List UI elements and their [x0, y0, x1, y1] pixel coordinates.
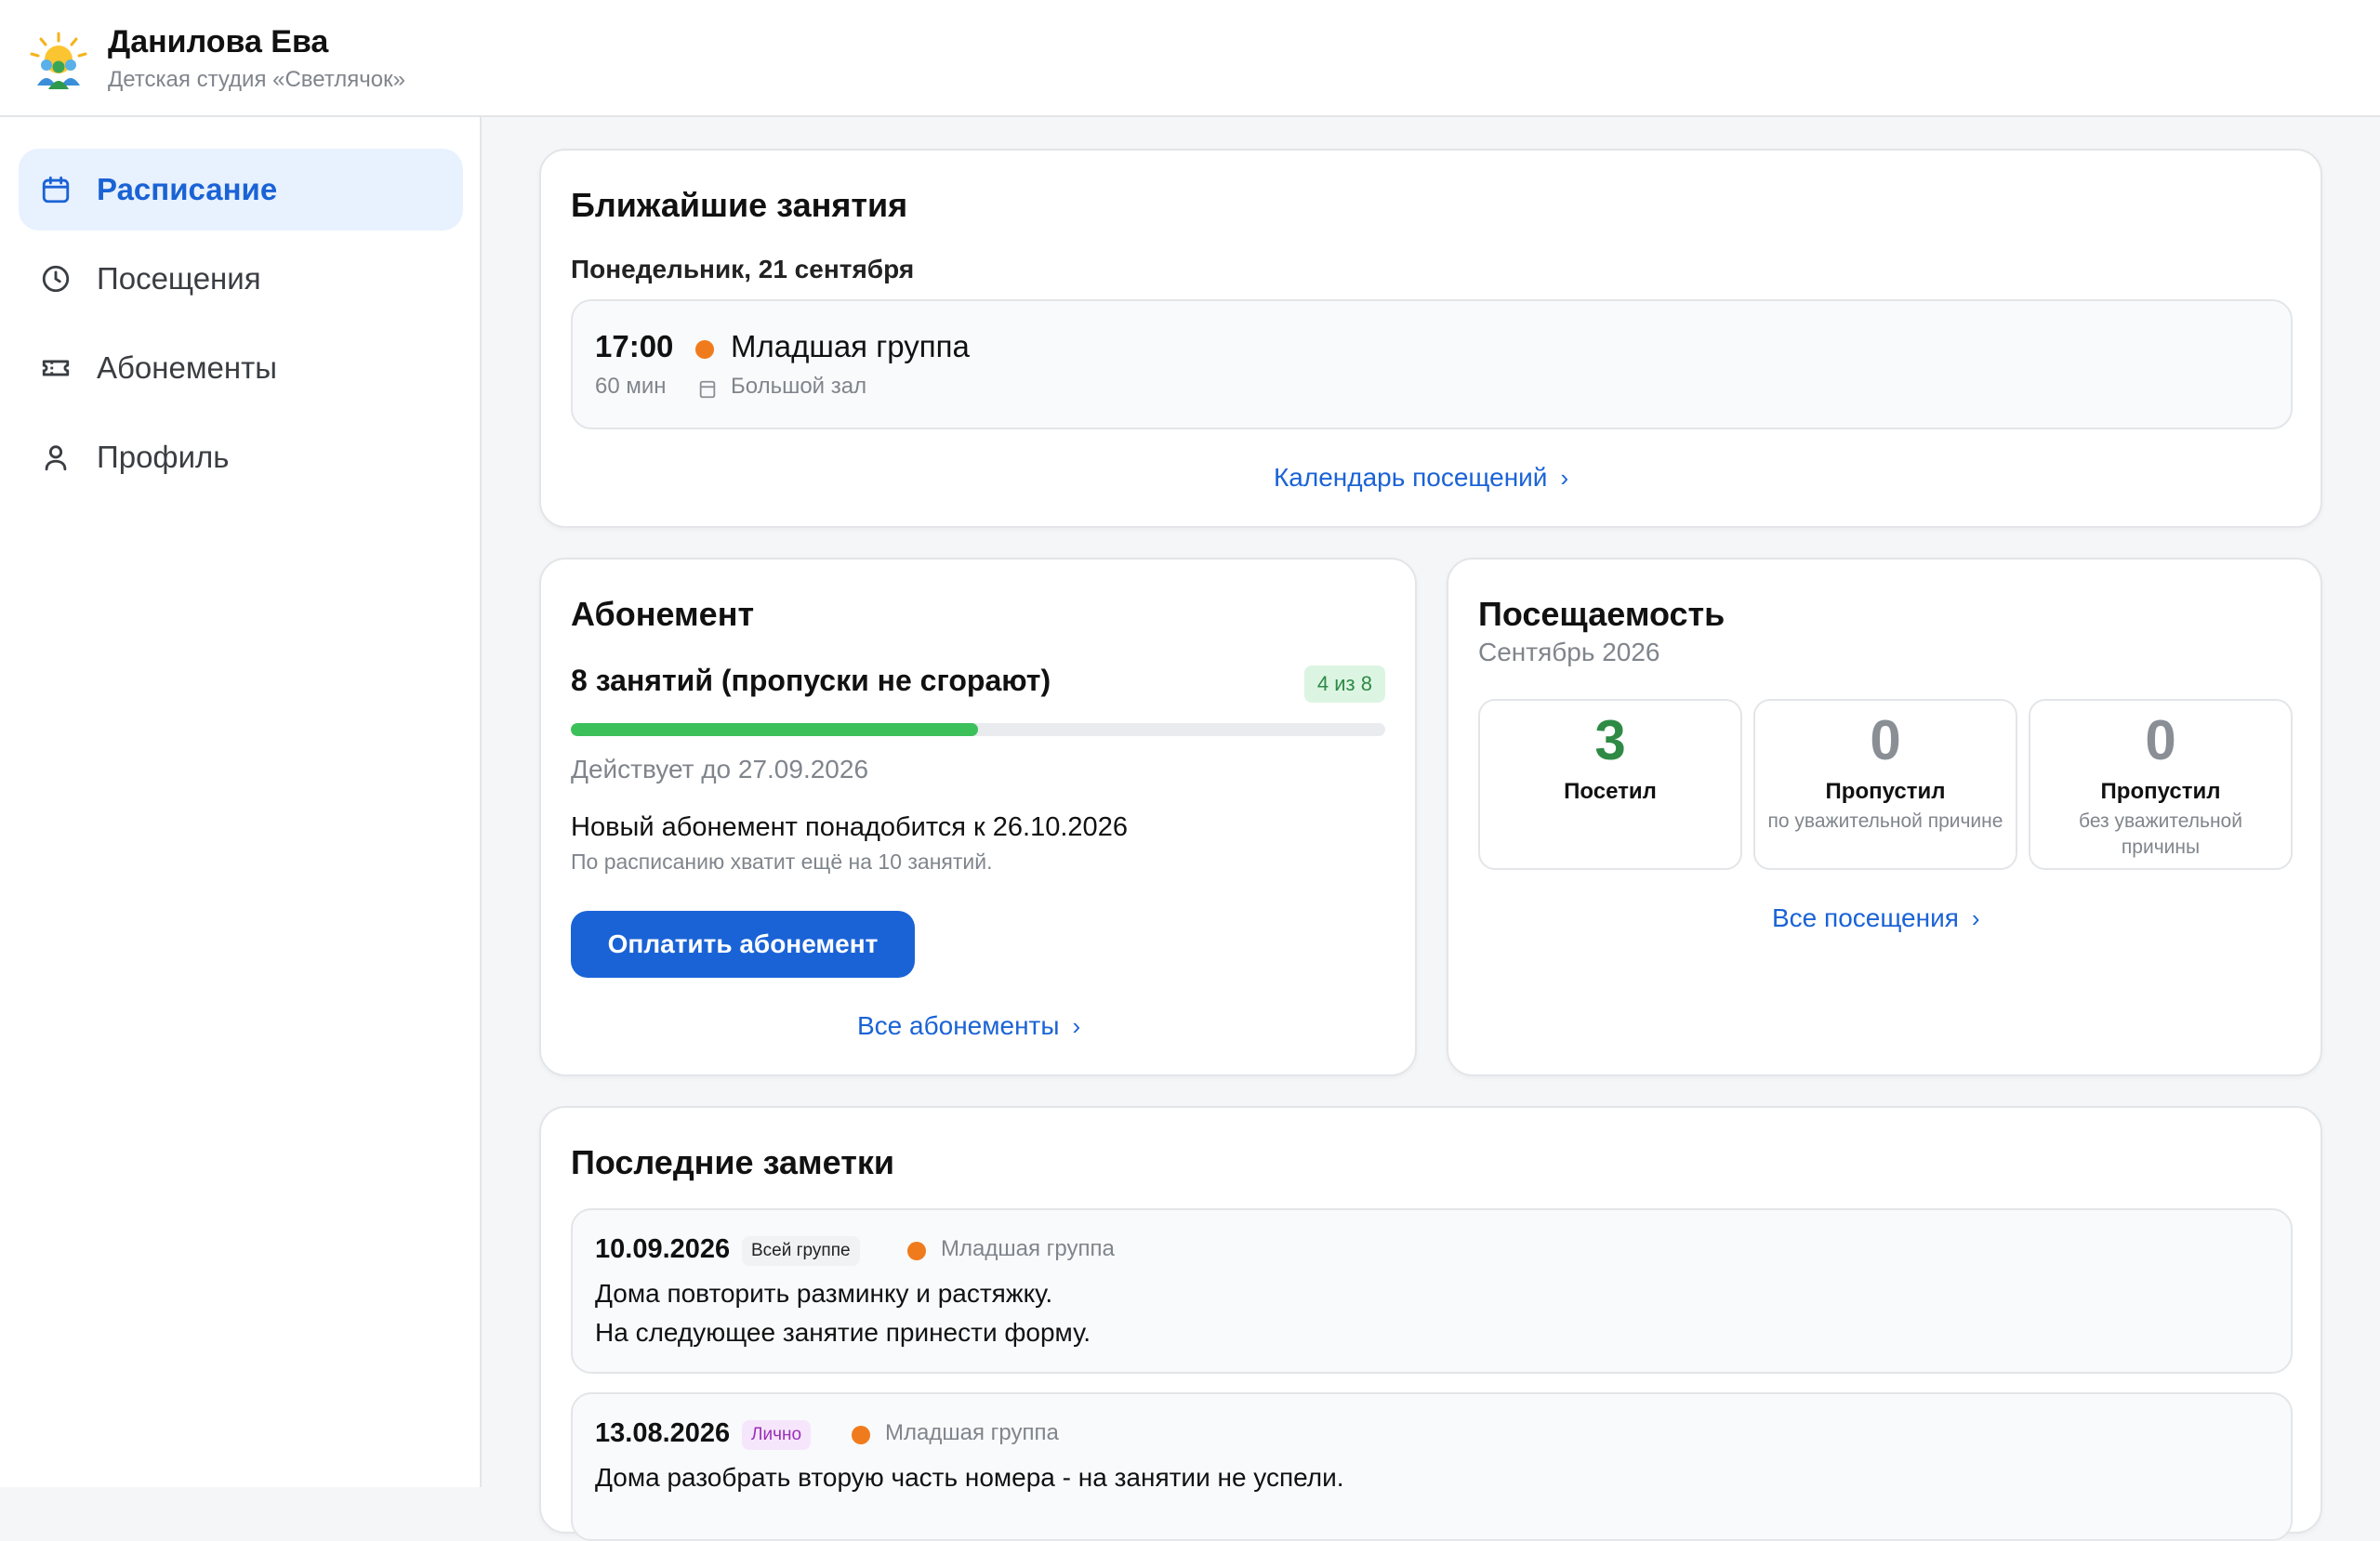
group-color-dot: [852, 1426, 870, 1444]
note-date: 10.09.2026: [595, 1234, 731, 1264]
stat-attended: 3 Посетил: [1478, 699, 1742, 870]
note-audience-tag: Всей группе: [742, 1236, 860, 1266]
ticket-icon: [39, 351, 73, 385]
stat-missed-unexcused: 0 Пропустил без уважительной причины: [2029, 699, 2293, 870]
group-color-dot: [907, 1242, 926, 1260]
group-color-dot: [695, 340, 714, 359]
sidebar-item-label: Абонементы: [97, 350, 277, 385]
note-audience-tag: Лично: [742, 1420, 812, 1450]
stat-sublabel: без уважительной причины: [2079, 810, 2242, 858]
note-group: Младшая группа: [941, 1236, 1115, 1261]
sidebar: Расписание Посещения Абонементы Профиль: [0, 117, 482, 1487]
all-subscriptions-link[interactable]: Все абонементы ›: [857, 1011, 1080, 1041]
note-text: Дома повторить разминку и растяжку.: [595, 1279, 1053, 1308]
attendance-period: Сентябрь 2026: [1478, 638, 1660, 666]
sidebar-item-schedule[interactable]: Расписание: [19, 149, 463, 230]
stat-value: 3: [1594, 709, 1626, 771]
stat-missed-excused: 0 Пропустил по уважительной причине: [1753, 699, 2017, 870]
card-title: Абонемент: [571, 595, 755, 633]
lessons-remaining-note: По расписанию хватит ещё на 10 занятий.: [571, 850, 993, 874]
card-title: Последние заметки: [571, 1143, 894, 1181]
stat-value: 0: [2145, 709, 2176, 771]
note-date: 13.08.2026: [595, 1418, 731, 1448]
chevron-right-icon: ›: [1560, 463, 1569, 492]
link-label: Календарь посещений: [1274, 463, 1548, 492]
clock-icon: [39, 262, 73, 296]
sidebar-item-profile[interactable]: Профиль: [19, 416, 463, 498]
pay-subscription-button[interactable]: Оплатить абонемент: [571, 911, 915, 978]
lesson-room: Большой зал: [731, 374, 867, 399]
stat-label: Пропустил: [2100, 779, 2221, 804]
subscription-name: 8 занятий (пропуски не сгорают): [571, 664, 1051, 697]
sidebar-item-label: Посещения: [97, 261, 261, 296]
link-label: Все посещения: [1772, 903, 1959, 932]
note-item: 13.08.2026 Лично Младшая группа Дома раз…: [571, 1392, 2293, 1541]
stat-label: Посетил: [1564, 779, 1657, 804]
lesson-group: Младшая группа: [731, 329, 970, 363]
sidebar-item-visits[interactable]: Посещения: [19, 238, 463, 320]
note-text: Дома разобрать вторую часть номера - на …: [595, 1463, 1344, 1492]
sidebar-item-label: Профиль: [97, 440, 230, 474]
stat-label: Пропустил: [1825, 779, 1946, 804]
stat-sublabel: по уважительной причине: [1767, 810, 2003, 832]
valid-until: Действует до 27.09.2026: [571, 755, 869, 784]
calendar-icon: [39, 173, 73, 206]
room-icon: [699, 380, 716, 399]
sidebar-item-label: Расписание: [97, 172, 278, 206]
chevron-right-icon: ›: [1072, 1011, 1081, 1040]
note-group: Младшая группа: [885, 1420, 1059, 1445]
all-visits-link[interactable]: Все посещения ›: [1772, 903, 1980, 933]
lesson-duration: 60 мин: [595, 374, 667, 399]
upcoming-lessons-card: Ближайшие занятия Понедельник, 21 сентяб…: [539, 149, 2322, 528]
subscription-progress-bar: [571, 723, 1385, 736]
stat-value: 0: [1870, 709, 1901, 771]
progress-fill: [571, 723, 978, 736]
card-title: Ближайшие занятия: [571, 186, 908, 224]
note-text: На следующее занятие принести форму.: [595, 1318, 1091, 1347]
studio-logo-icon: [30, 32, 87, 89]
studio-name: Детская студия «Светлячок»: [108, 67, 405, 92]
user-name: Данилова Ева: [108, 24, 329, 59]
user-icon: [39, 441, 73, 474]
note-item: 10.09.2026 Всей группе Младшая группа До…: [571, 1208, 2293, 1374]
new-subscription-needed: Новый абонемент понадобится к 26.10.2026: [571, 812, 1128, 842]
chevron-right-icon: ›: [1971, 903, 1980, 932]
recent-notes-card: Последние заметки 10.09.2026 Всей группе…: [539, 1106, 2322, 1541]
attendance-card: Посещаемость Сентябрь 2026 3 Посетил 0 П…: [1447, 558, 2322, 1076]
lesson-time: 17:00: [595, 329, 674, 363]
link-label: Все абонементы: [857, 1011, 1060, 1040]
sidebar-item-subscriptions[interactable]: Абонементы: [19, 327, 463, 409]
lessons-used-badge: 4 из 8: [1303, 665, 1385, 703]
subscription-card: Абонемент 8 занятий (пропуски не сгорают…: [539, 558, 1417, 1076]
app-header: Данилова Ева Детская студия «Светлячок»: [0, 0, 2380, 117]
lesson-item[interactable]: 17:00 60 мин Младшая группа Большой зал: [571, 299, 2293, 429]
card-title: Посещаемость: [1478, 595, 1726, 633]
lesson-date: Понедельник, 21 сентября: [571, 255, 915, 283]
attendance-calendar-link[interactable]: Календарь посещений ›: [1274, 463, 1568, 493]
